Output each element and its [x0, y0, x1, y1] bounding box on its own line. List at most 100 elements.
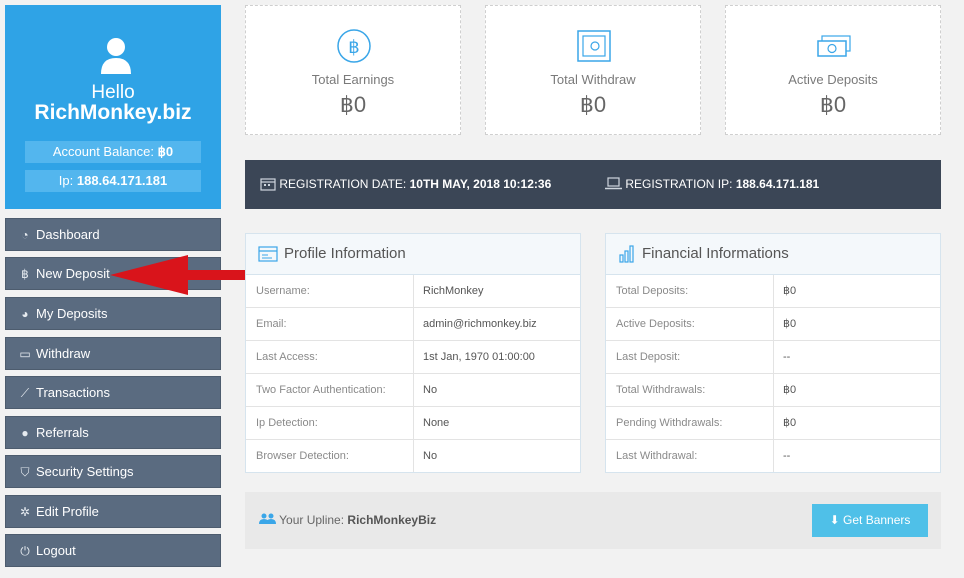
upline-bar: Your Upline: RichMonkeyBiz ⬇ Get Banners	[245, 492, 941, 549]
table-row: Username: RichMonkey	[246, 275, 580, 308]
row-key: Browser Detection:	[246, 440, 414, 472]
row-key: Ip Detection:	[246, 407, 414, 439]
registration-date: REGISTRATION DATE: 10TH MAY, 2018 10:12:…	[260, 177, 551, 191]
table-row: Email: admin@richmonkey.biz	[246, 308, 580, 341]
stat-label: Total Withdraw	[550, 72, 636, 87]
user-name: RichMonkey.biz	[34, 101, 192, 124]
registration-ip-label: REGISTRATION IP:	[625, 177, 733, 191]
bitcoin-icon: ฿	[21, 267, 29, 281]
ip-label: Ip:	[58, 173, 74, 188]
row-key: Email:	[246, 308, 414, 340]
registration-date-label: REGISTRATION DATE:	[279, 177, 407, 191]
stat-label: Active Deposits	[788, 72, 878, 87]
financial-panel: Financial Informations Total Deposits: ฿0…	[605, 233, 941, 473]
users-icon	[259, 513, 276, 524]
nav-dashboard[interactable]: ◔ Dashboard	[5, 218, 221, 251]
row-value: No	[423, 450, 438, 462]
nav-label: Logout	[36, 543, 76, 558]
balance-value: ฿0	[157, 144, 174, 159]
row-value: --	[783, 450, 791, 462]
panel-header: Financial Informations	[606, 234, 940, 275]
row-key: Pending Withdrawals:	[606, 407, 774, 439]
power-icon: ⏻	[20, 544, 30, 558]
user-avatar-icon	[101, 38, 131, 74]
row-key: Username:	[246, 275, 414, 307]
row-value: ฿0	[783, 417, 797, 429]
user-card: Hello RichMonkey.biz Account Balance: ฿0…	[5, 5, 221, 209]
shield-icon: ⛉	[20, 465, 30, 479]
id-card-icon	[258, 246, 278, 262]
nav-security-settings[interactable]: ⛉ Security Settings	[5, 455, 221, 488]
stat-value: ฿0	[339, 92, 367, 117]
panel-title: Profile Information	[284, 245, 406, 262]
registration-date-value: 10TH MAY, 2018 10:12:36	[409, 177, 552, 191]
row-key: Active Deposits:	[606, 308, 774, 340]
nav-label: Security Settings	[36, 464, 134, 479]
table-row: Active Deposits: ฿0	[606, 308, 940, 341]
safe-icon	[577, 30, 611, 62]
upline-info: Your Upline: RichMonkeyBiz	[259, 513, 436, 527]
nav-label: Withdraw	[36, 346, 91, 361]
svg-text:฿: ฿	[348, 37, 359, 58]
table-row: Two Factor Authentication: No	[246, 374, 580, 407]
row-value: ฿0	[783, 318, 797, 330]
row-value: admin@richmonkey.biz	[423, 318, 537, 330]
row-key: Last Withdrawal:	[606, 440, 774, 472]
nav-referrals[interactable]: ● Referrals	[5, 416, 221, 449]
nav-withdraw[interactable]: ▭ Withdraw	[5, 337, 221, 370]
row-value: ฿0	[783, 285, 797, 297]
bitcoin-circle-icon: ฿	[337, 29, 371, 63]
nav-label: Dashboard	[36, 227, 100, 242]
calendar-icon	[260, 178, 276, 191]
pie-chart-icon: ◕	[21, 307, 29, 321]
nav-logout[interactable]: ⏻ Logout	[5, 534, 221, 567]
get-banners-button[interactable]: ⬇ Get Banners	[812, 504, 928, 537]
ip-value: 188.64.171.181	[76, 173, 168, 188]
gear-icon: ✲	[19, 505, 31, 519]
nav-label: My Deposits	[36, 306, 108, 321]
download-icon: ⬇	[829, 513, 840, 527]
user-ip: Ip: 188.64.171.181	[25, 170, 201, 192]
row-value: No	[423, 384, 438, 396]
stat-active-deposits: Active Deposits ฿0	[725, 5, 941, 135]
panel-header: Profile Information	[246, 234, 580, 275]
row-value: --	[783, 351, 791, 363]
row-value: 1st Jan, 1970 01:00:00	[423, 351, 535, 363]
table-row: Last Deposit: --	[606, 341, 940, 374]
nav-label: Transactions	[36, 385, 110, 400]
stat-label: Total Earnings	[311, 72, 395, 87]
registration-bar: REGISTRATION DATE: 10TH MAY, 2018 10:12:…	[245, 160, 941, 209]
laptop-icon	[605, 177, 622, 190]
bar-chart-icon	[619, 245, 634, 263]
table-row: Last Withdrawal: --	[606, 440, 940, 473]
nav-label: New Deposit	[36, 266, 110, 281]
table-row: Browser Detection: No	[246, 440, 580, 473]
row-key: Total Withdrawals:	[606, 374, 774, 406]
nav-label: Edit Profile	[36, 504, 99, 519]
nav-transactions[interactable]: ⟋ Transactions	[5, 376, 221, 409]
row-value: None	[423, 417, 450, 429]
registration-ip-value: 188.64.171.181	[735, 177, 820, 191]
registration-ip: REGISTRATION IP: 188.64.171.181	[605, 177, 819, 191]
nav-label: Referrals	[36, 425, 89, 440]
row-key: Total Deposits:	[606, 275, 774, 307]
panel-title: Financial Informations	[642, 245, 789, 262]
upline-value: RichMonkeyBiz	[347, 513, 437, 527]
button-label: Get Banners	[843, 513, 911, 527]
table-row: Last Access: 1st Jan, 1970 01:00:00	[246, 341, 580, 374]
credit-card-icon: ▭	[19, 347, 31, 361]
stat-total-withdraw: Total Withdraw ฿0	[485, 5, 701, 135]
stat-value: ฿0	[819, 92, 847, 117]
nav-my-deposits[interactable]: ◕ My Deposits	[5, 297, 221, 330]
dashboard-icon: ◔	[21, 228, 29, 242]
stat-total-earnings: ฿ Total Earnings ฿0	[245, 5, 461, 135]
row-key: Last Access:	[246, 341, 414, 373]
row-value: ฿0	[783, 384, 797, 396]
table-row: Total Deposits: ฿0	[606, 275, 940, 308]
row-value: RichMonkey	[423, 285, 484, 297]
table-row: Ip Detection: None	[246, 407, 580, 440]
stat-value: ฿0	[579, 92, 607, 117]
row-key: Two Factor Authentication:	[246, 374, 414, 406]
row-key: Last Deposit:	[606, 341, 774, 373]
nav-edit-profile[interactable]: ✲ Edit Profile	[5, 495, 221, 528]
